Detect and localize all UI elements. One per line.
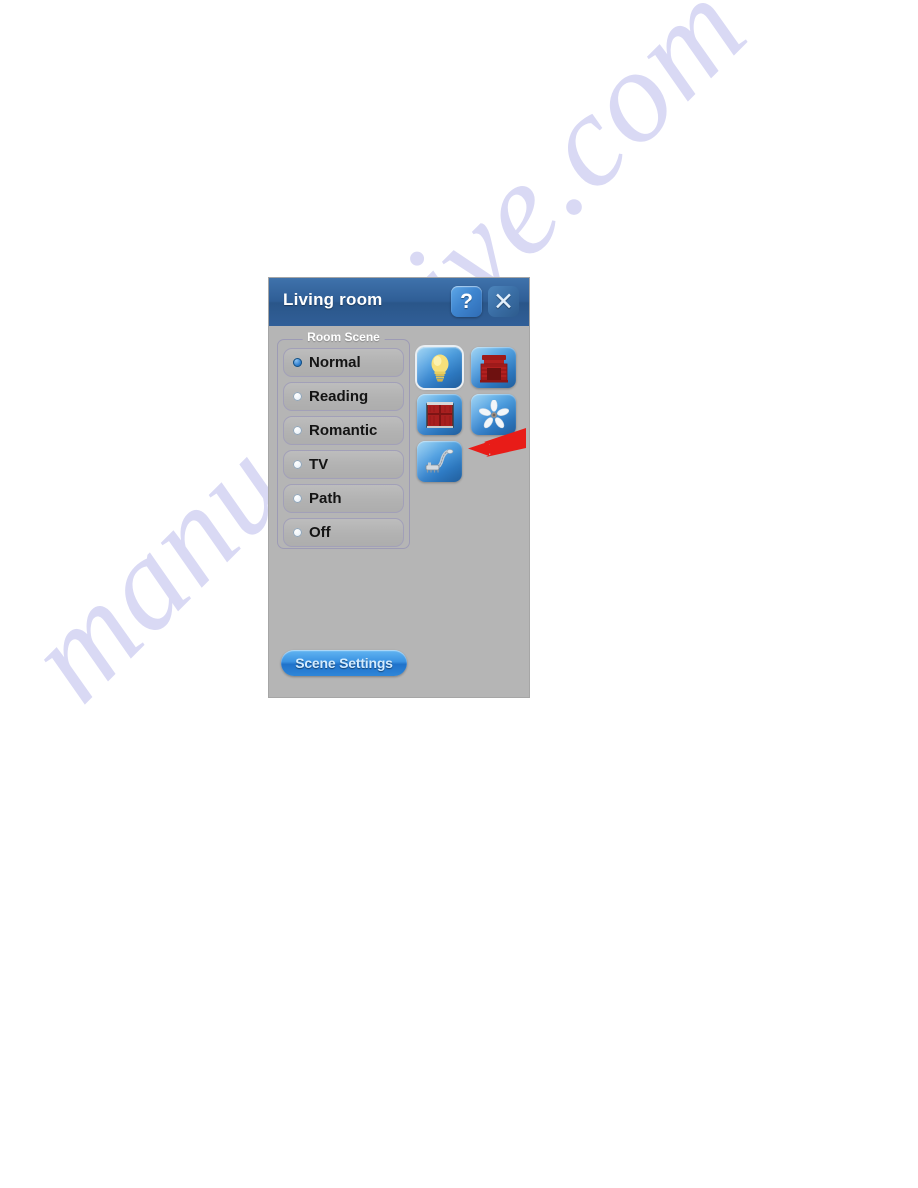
scene-option-label: Normal <box>309 354 361 371</box>
radio-icon <box>293 460 302 469</box>
scene-option-off[interactable]: Off <box>283 518 404 547</box>
scene-option-tv[interactable]: TV <box>283 450 404 479</box>
radio-icon <box>293 426 302 435</box>
device-button-curtain[interactable] <box>417 394 462 435</box>
radio-icon <box>293 358 302 367</box>
scene-option-normal[interactable]: Normal <box>283 348 404 377</box>
help-button[interactable]: ? <box>451 286 482 317</box>
scene-option-romantic[interactable]: Romantic <box>283 416 404 445</box>
device-button-fireplace[interactable] <box>471 347 516 388</box>
radio-icon <box>293 392 302 401</box>
dialog-title: Living room <box>283 290 383 309</box>
room-scene-legend: Room Scene <box>302 330 385 344</box>
shower-icon <box>417 441 462 482</box>
fireplace-icon <box>471 347 516 388</box>
scene-settings-button[interactable]: Scene Settings <box>281 650 407 676</box>
device-button-fan[interactable] <box>471 394 516 435</box>
close-button[interactable]: ✕ <box>488 286 519 317</box>
device-button-shower[interactable] <box>417 441 462 482</box>
scene-option-label: Reading <box>309 388 369 405</box>
scene-option-label: TV <box>309 456 329 473</box>
fan-icon <box>471 394 516 435</box>
device-button-light[interactable] <box>417 347 462 388</box>
living-room-dialog: Living room ? ✕ Room Scene Normal Readin… <box>269 278 529 697</box>
scene-option-label: Romantic <box>309 422 378 439</box>
room-scene-group: Room Scene Normal Reading Romantic TV Pa… <box>277 330 410 549</box>
scene-option-label: Off <box>309 524 331 541</box>
radio-icon <box>293 494 302 503</box>
question-mark-icon: ? <box>460 289 473 313</box>
scene-option-path[interactable]: Path <box>283 484 404 513</box>
close-icon: ✕ <box>493 287 514 316</box>
scene-settings-label: Scene Settings <box>295 655 393 671</box>
scene-option-reading[interactable]: Reading <box>283 382 404 411</box>
room-scene-list: Normal Reading Romantic TV Path Off <box>283 348 404 547</box>
scene-option-label: Path <box>309 490 342 507</box>
light-bulb-icon <box>417 347 462 388</box>
curtain-icon <box>417 394 462 435</box>
radio-icon <box>293 528 302 537</box>
dialog-body: Room Scene Normal Reading Romantic TV Pa… <box>269 326 529 697</box>
dialog-titlebar: Living room ? ✕ <box>269 278 529 326</box>
